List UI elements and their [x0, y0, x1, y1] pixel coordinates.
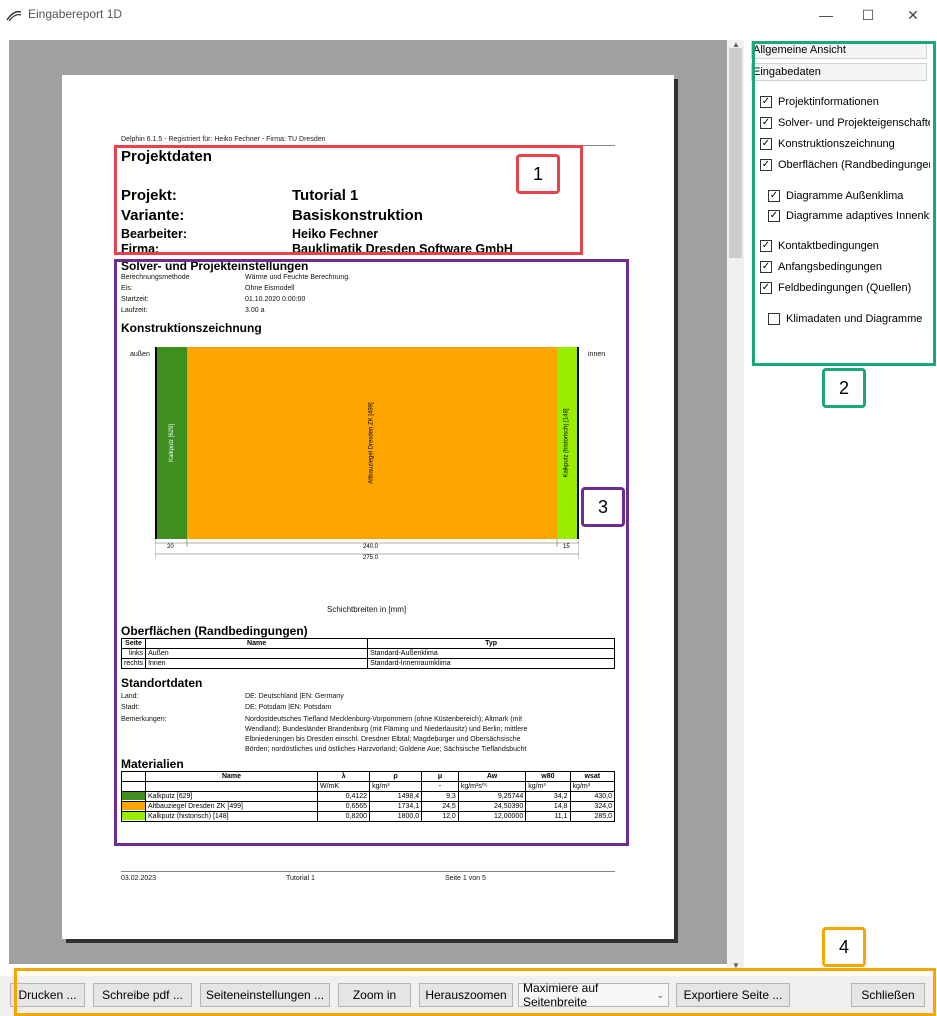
footer-divider	[121, 871, 615, 872]
footer-date: 03.02.2023	[121, 875, 157, 882]
close-window-button[interactable]: ✕	[898, 4, 928, 26]
annotation-badge-2: 2	[822, 368, 866, 408]
annotation-box-1	[114, 145, 583, 255]
annotation-badge-4: 4	[822, 927, 866, 967]
window-title: Eingabereport 1D	[28, 7, 123, 21]
scroll-thumb[interactable]	[729, 48, 742, 258]
vertical-scrollbar[interactable]: ▲ ▼	[727, 40, 744, 970]
minimize-button[interactable]: —	[811, 4, 841, 26]
annotation-box-4	[14, 968, 936, 1016]
report-header-text: Delphin 6.1.5 - Registriert für: Heiko F…	[121, 136, 326, 143]
minimize-icon: —	[819, 7, 833, 23]
close-icon: ✕	[907, 6, 919, 23]
app-icon	[6, 10, 22, 22]
annotation-badge-3: 3	[581, 487, 625, 527]
footer-page: Seite 1 von 5	[445, 875, 486, 882]
maximize-button[interactable]: ☐	[853, 4, 883, 26]
annotation-box-2	[752, 41, 936, 366]
annotation-badge-1: 1	[516, 154, 560, 194]
maximize-icon: ☐	[861, 6, 875, 23]
annotation-box-3	[114, 259, 629, 846]
title-bar: Eingabereport 1D — ☐ ✕	[0, 0, 937, 30]
footer-project: Tutorial 1	[286, 875, 315, 882]
